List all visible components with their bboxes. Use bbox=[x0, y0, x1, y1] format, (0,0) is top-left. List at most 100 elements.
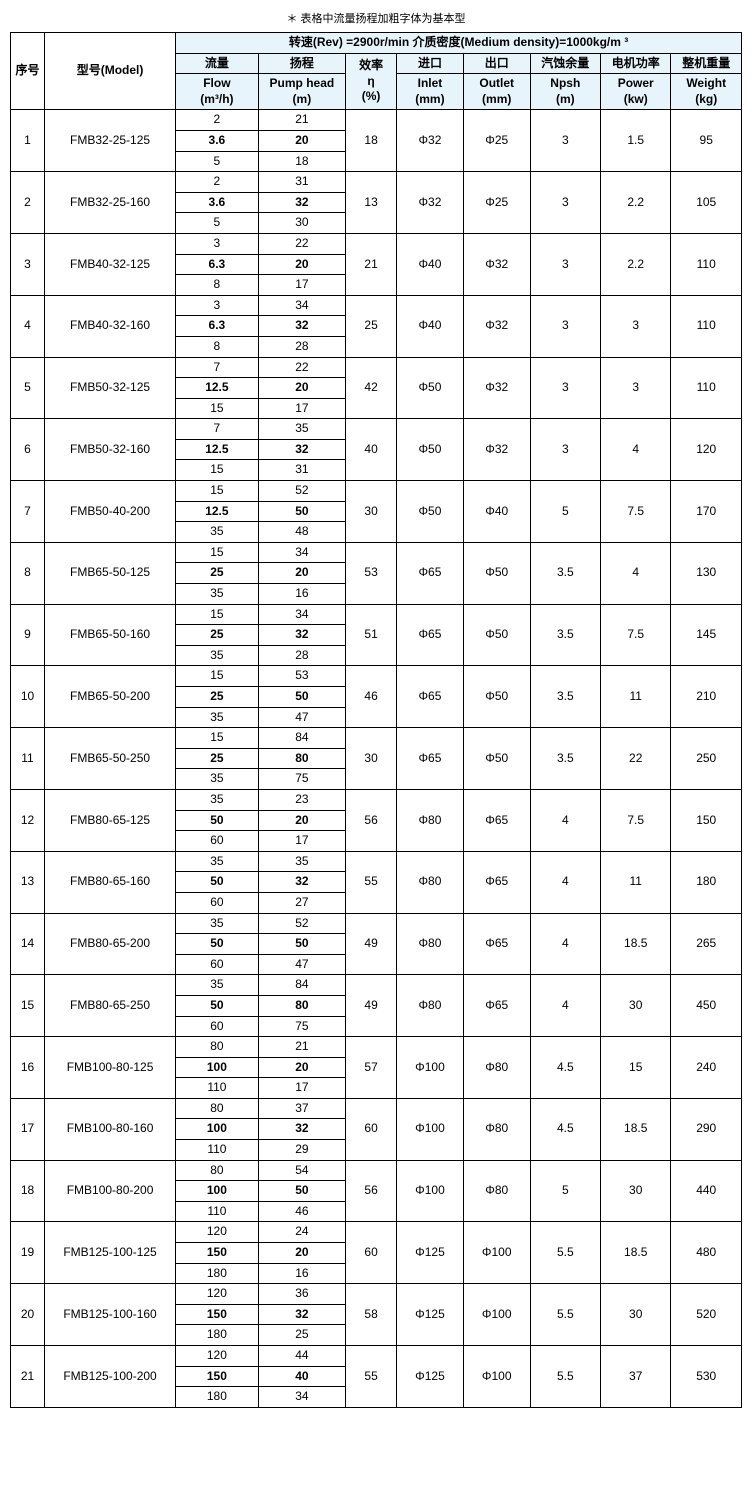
cell-inlet: Φ50 bbox=[397, 357, 464, 419]
cell-model: FMB32-25-160 bbox=[44, 172, 175, 234]
cell-model: FMB80-65-125 bbox=[44, 789, 175, 851]
header-model: 型号(Model) bbox=[44, 33, 175, 110]
cell-head-1: 36 bbox=[258, 1284, 345, 1305]
cell-head-1: 24 bbox=[258, 1222, 345, 1243]
cell-outlet: Φ80 bbox=[463, 1098, 530, 1160]
weight-sub: Weight bbox=[686, 76, 726, 90]
header-flow-cn: 流量 bbox=[176, 53, 259, 74]
cell-power: 18.5 bbox=[601, 1098, 671, 1160]
power-unit: (kw) bbox=[624, 92, 648, 106]
cell-model: FMB40-32-160 bbox=[44, 295, 175, 357]
cell-eff: 56 bbox=[346, 789, 397, 851]
cell-head-3: 28 bbox=[258, 645, 345, 666]
cell-flow-1: 80 bbox=[176, 1098, 259, 1119]
header-inlet-cn: 进口 bbox=[397, 53, 464, 74]
cell-inlet: Φ65 bbox=[397, 604, 464, 666]
cell-no: 12 bbox=[11, 789, 45, 851]
cell-inlet: Φ80 bbox=[397, 975, 464, 1037]
cell-weight: 520 bbox=[671, 1284, 742, 1346]
npsh-sub: Npsh bbox=[550, 76, 580, 90]
cell-eff: 51 bbox=[346, 604, 397, 666]
cell-flow-2: 12.5 bbox=[176, 378, 259, 399]
cell-npsh: 3.5 bbox=[530, 542, 600, 604]
header-no: 序号 bbox=[11, 33, 45, 110]
cell-npsh: 5.5 bbox=[530, 1222, 600, 1284]
cell-head-1: 84 bbox=[258, 975, 345, 996]
cell-eff: 21 bbox=[346, 233, 397, 295]
cell-weight: 105 bbox=[671, 172, 742, 234]
cell-inlet: Φ125 bbox=[397, 1284, 464, 1346]
cell-inlet: Φ80 bbox=[397, 789, 464, 851]
cell-flow-2: 25 bbox=[176, 748, 259, 769]
cell-no: 14 bbox=[11, 913, 45, 975]
cell-flow-1: 80 bbox=[176, 1160, 259, 1181]
cell-head-3: 16 bbox=[258, 1263, 345, 1284]
cell-npsh: 4 bbox=[530, 789, 600, 851]
cell-no: 2 bbox=[11, 172, 45, 234]
cell-flow-2: 50 bbox=[176, 872, 259, 893]
cell-power: 18.5 bbox=[601, 1222, 671, 1284]
cell-inlet: Φ65 bbox=[397, 542, 464, 604]
cell-flow-1: 15 bbox=[176, 542, 259, 563]
cell-inlet: Φ40 bbox=[397, 295, 464, 357]
cell-head-3: 34 bbox=[258, 1387, 345, 1408]
cell-npsh: 4 bbox=[530, 913, 600, 975]
cell-power: 11 bbox=[601, 666, 671, 728]
cell-npsh: 4 bbox=[530, 975, 600, 1037]
cell-flow-1: 2 bbox=[176, 172, 259, 193]
cell-flow-3: 180 bbox=[176, 1387, 259, 1408]
cell-inlet: Φ125 bbox=[397, 1222, 464, 1284]
cell-flow-3: 110 bbox=[176, 1140, 259, 1161]
cell-flow-1: 15 bbox=[176, 666, 259, 687]
flow-sub: Flow bbox=[203, 76, 230, 90]
cell-npsh: 5.5 bbox=[530, 1284, 600, 1346]
cell-head-2: 20 bbox=[258, 1057, 345, 1078]
cell-outlet: Φ50 bbox=[463, 604, 530, 666]
cell-npsh: 3 bbox=[530, 110, 600, 172]
table-row: 15 FMB80-65-250 35 84 49 Φ80 Φ65 4 30 45… bbox=[11, 975, 742, 996]
cell-outlet: Φ50 bbox=[463, 728, 530, 790]
cell-eff: 13 bbox=[346, 172, 397, 234]
power-sub: Power bbox=[618, 76, 654, 90]
cell-flow-1: 15 bbox=[176, 604, 259, 625]
npsh-unit: (m) bbox=[556, 92, 575, 106]
cell-model: FMB65-50-200 bbox=[44, 666, 175, 728]
cell-inlet: Φ100 bbox=[397, 1098, 464, 1160]
cell-flow-2: 12.5 bbox=[176, 501, 259, 522]
cell-model: FMB50-40-200 bbox=[44, 481, 175, 543]
cell-flow-3: 110 bbox=[176, 1201, 259, 1222]
cell-no: 6 bbox=[11, 419, 45, 481]
cell-head-2: 20 bbox=[258, 810, 345, 831]
cell-flow-3: 5 bbox=[176, 151, 259, 172]
cell-head-2: 80 bbox=[258, 995, 345, 1016]
cell-head-3: 75 bbox=[258, 1016, 345, 1037]
cell-power: 30 bbox=[601, 1284, 671, 1346]
cell-flow-2: 25 bbox=[176, 687, 259, 708]
cell-flow-1: 35 bbox=[176, 851, 259, 872]
cell-eff: 40 bbox=[346, 419, 397, 481]
cell-head-3: 29 bbox=[258, 1140, 345, 1161]
cell-head-3: 46 bbox=[258, 1201, 345, 1222]
cell-flow-2: 150 bbox=[176, 1304, 259, 1325]
cell-weight: 150 bbox=[671, 789, 742, 851]
cell-head-3: 47 bbox=[258, 707, 345, 728]
cell-head-2: 80 bbox=[258, 748, 345, 769]
table-row: 17 FMB100-80-160 80 37 60 Φ100 Φ80 4.5 1… bbox=[11, 1098, 742, 1119]
cell-head-1: 31 bbox=[258, 172, 345, 193]
page-title: ＊ 表格中流量扬程加粗字体为基本型 bbox=[10, 10, 742, 26]
cell-no: 4 bbox=[11, 295, 45, 357]
cell-flow-3: 110 bbox=[176, 1078, 259, 1099]
cell-head-3: 28 bbox=[258, 336, 345, 357]
cell-head-3: 47 bbox=[258, 954, 345, 975]
cell-npsh: 3 bbox=[530, 419, 600, 481]
cell-head-2: 50 bbox=[258, 501, 345, 522]
table-row: 4 FMB40-32-160 3 34 25 Φ40 Φ32 3 3 110 bbox=[11, 295, 742, 316]
cell-power: 30 bbox=[601, 1160, 671, 1222]
table-row: 5 FMB50-32-125 7 22 42 Φ50 Φ32 3 3 110 bbox=[11, 357, 742, 378]
cell-npsh: 3 bbox=[530, 357, 600, 419]
outlet-unit: (mm) bbox=[482, 92, 511, 106]
cell-inlet: Φ65 bbox=[397, 728, 464, 790]
cell-inlet: Φ80 bbox=[397, 913, 464, 975]
outlet-sub: Outlet bbox=[479, 76, 514, 90]
cell-no: 20 bbox=[11, 1284, 45, 1346]
